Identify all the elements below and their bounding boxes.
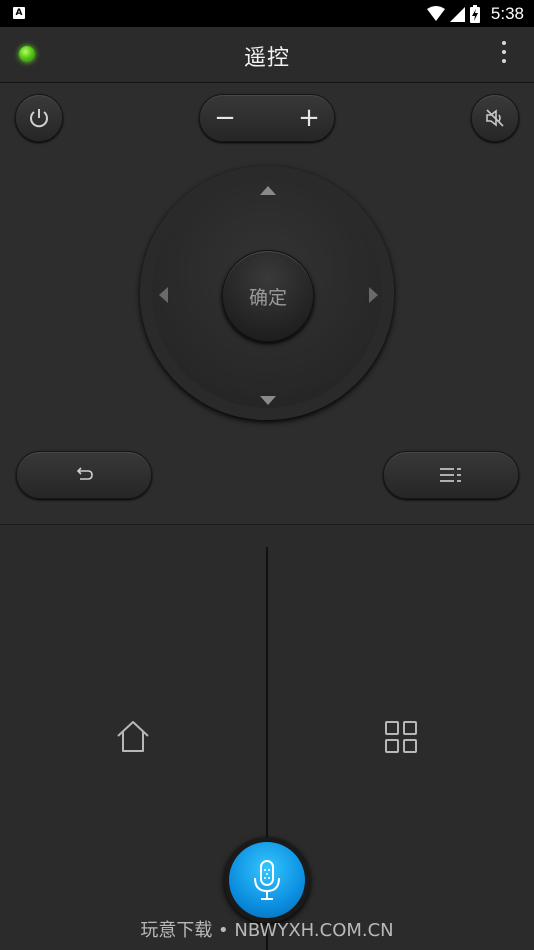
signal-icon (449, 6, 465, 22)
volume-up-button[interactable]: + (292, 101, 326, 135)
dpad-right-button[interactable] (369, 287, 378, 303)
volume-control: − + (199, 94, 335, 142)
microphone-icon (254, 860, 280, 900)
ok-label: 确定 (248, 286, 287, 309)
mute-button[interactable] (471, 94, 519, 142)
home-icon (117, 721, 149, 752)
app-notification-icon: A (13, 7, 25, 19)
back-icon (76, 467, 93, 480)
page-title: 遥控 (243, 46, 290, 71)
ok-button[interactable]: 确定 (222, 250, 314, 342)
watermark: 玩意下载 • NBWYXH.COM.CN (140, 920, 394, 941)
apps-grid-icon (385, 721, 417, 753)
dpad-down-button[interactable] (260, 396, 276, 405)
more-options-icon[interactable] (501, 41, 507, 67)
back-button[interactable] (16, 451, 152, 499)
app-bar: 遥控 (0, 27, 534, 83)
status-bar: A 5:38 (0, 0, 534, 27)
power-button[interactable] (15, 94, 63, 142)
speaker-mute-icon (486, 109, 504, 127)
dpad-left-button[interactable] (159, 287, 168, 303)
menu-button[interactable] (383, 451, 519, 499)
battery-charging-icon (469, 4, 480, 23)
power-icon (30, 109, 48, 128)
voice-button[interactable] (224, 837, 310, 923)
menu-list-icon (440, 468, 461, 482)
wifi-icon (426, 5, 445, 21)
status-time: 5:38 (490, 3, 524, 23)
volume-down-button[interactable]: − (208, 101, 242, 135)
dpad-up-button[interactable] (260, 186, 276, 195)
